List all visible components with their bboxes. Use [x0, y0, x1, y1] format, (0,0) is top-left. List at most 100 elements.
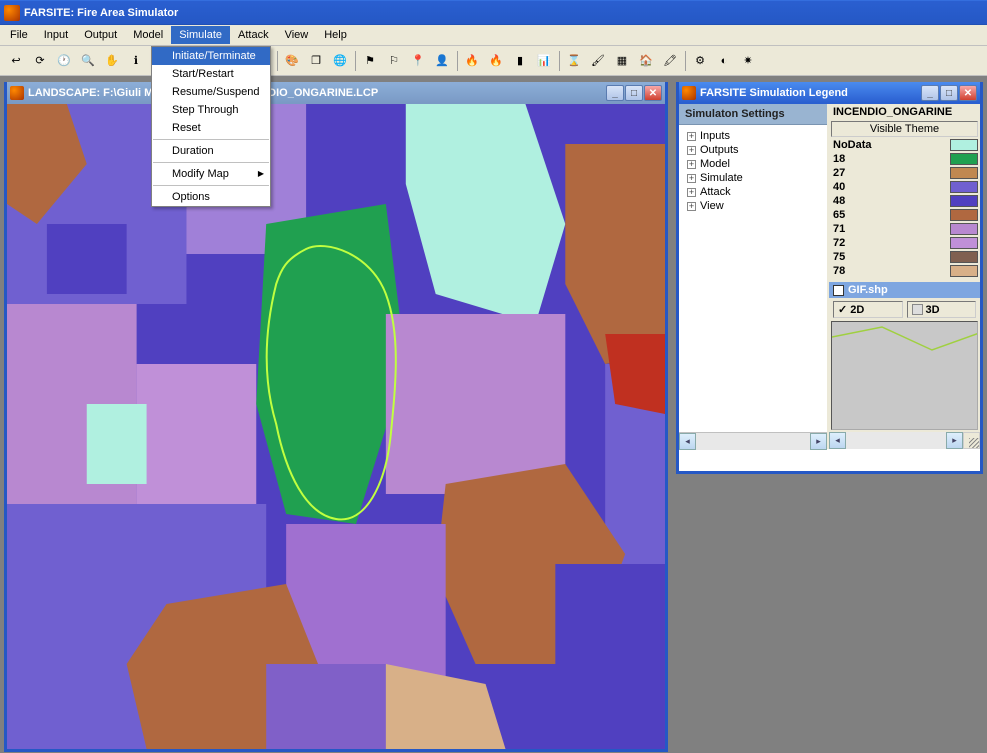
legend-row[interactable]: 72 [831, 236, 978, 250]
menu-reset[interactable]: Reset [152, 119, 270, 137]
menu-sep [153, 162, 269, 163]
tool-flag1-icon[interactable]: ⚑ [358, 49, 382, 73]
expand-icon[interactable]: + [687, 160, 696, 169]
legend-swatch [950, 265, 978, 277]
check-icon: ✓ [838, 303, 847, 316]
menu-simulate[interactable]: Simulate [171, 26, 230, 44]
menubar: File Input Output Model Simulate Attack … [0, 25, 987, 46]
menu-initiate-terminate[interactable]: Initiate/Terminate [152, 47, 270, 65]
tool-hourglass-icon[interactable]: ⌛ [562, 49, 586, 73]
tool-back-icon[interactable]: ↩ [4, 49, 28, 73]
tool-person-icon[interactable]: 👤 [430, 49, 454, 73]
settings-panel: Simulaton Settings +Inputs +Outputs +Mod… [679, 104, 829, 449]
legend-row[interactable]: 65 [831, 208, 978, 222]
scroll-left-icon[interactable]: ◂ [679, 433, 696, 450]
tool-shadow-icon[interactable]: ◐ [712, 49, 736, 73]
legend-row[interactable]: 48 [831, 194, 978, 208]
menu-output[interactable]: Output [76, 26, 125, 44]
legend-row[interactable]: 78 [831, 264, 978, 278]
menu-resume-suspend[interactable]: Resume/Suspend [152, 83, 270, 101]
preview-line [832, 322, 977, 429]
tool-grid-icon[interactable]: ▦ [610, 49, 634, 73]
view-mode: ✓2D 3D [829, 298, 980, 321]
tool-fire1-icon[interactable]: 🔥 [460, 49, 484, 73]
minimize-button[interactable]: _ [606, 85, 624, 101]
legend-row[interactable]: 27 [831, 166, 978, 180]
scroll-track[interactable] [696, 433, 810, 450]
scroll-right-icon[interactable]: ▸ [946, 432, 963, 449]
menu-model[interactable]: Model [125, 26, 171, 44]
tool-layers-icon[interactable]: ❐ [304, 49, 328, 73]
menu-view[interactable]: View [277, 26, 317, 44]
menu-start-restart[interactable]: Start/Restart [152, 65, 270, 83]
legend-icon [682, 86, 696, 100]
menu-options[interactable]: Options [152, 188, 270, 206]
map-canvas[interactable] [7, 104, 665, 749]
legend-row[interactable]: 18 [831, 152, 978, 166]
tool-house-icon[interactable]: 🏠 [634, 49, 658, 73]
menu-duration[interactable]: Duration [152, 142, 270, 160]
main-titlebar: FARSITE: Fire Area Simulator [0, 0, 987, 25]
tree-item-inputs[interactable]: +Inputs [683, 129, 823, 143]
landscape-map [7, 104, 665, 749]
legend-row[interactable]: 71 [831, 222, 978, 236]
tree-item-attack[interactable]: +Attack [683, 185, 823, 199]
expand-icon[interactable]: + [687, 132, 696, 141]
legend-hscroll[interactable]: ◂ ▸ [829, 432, 980, 449]
visible-theme-header[interactable]: Visible Theme [831, 121, 978, 137]
legend-swatch [950, 251, 978, 263]
expand-icon[interactable]: + [687, 174, 696, 183]
shp-header[interactable]: GIF.shp [829, 282, 980, 298]
legend-row[interactable]: NoData [831, 138, 978, 152]
tree-item-view[interactable]: +View [683, 199, 823, 213]
landscape-titlebar[interactable]: LANDSCAPE: F:\Giuli Monte_Ongarine\INCEN… [7, 82, 665, 104]
legend-swatch [950, 195, 978, 207]
tool-chart-icon[interactable]: 📊 [532, 49, 556, 73]
legend-titlebar[interactable]: FARSITE Simulation Legend _ □ ✕ [679, 82, 980, 104]
expand-icon[interactable]: + [687, 202, 696, 211]
tool-reload-icon[interactable]: ⟳ [28, 49, 52, 73]
tool-pan-icon[interactable]: ✋ [100, 49, 124, 73]
settings-hscroll[interactable]: ◂ ▸ [679, 432, 827, 449]
shp-checkbox[interactable] [833, 285, 844, 296]
maximize-button[interactable]: □ [625, 85, 643, 101]
minimize-button[interactable]: _ [921, 85, 939, 101]
scroll-left-icon[interactable]: ◂ [829, 432, 846, 449]
menu-input[interactable]: Input [36, 26, 76, 44]
menu-help[interactable]: Help [316, 26, 355, 44]
tool-zoom-icon[interactable]: 🔍 [76, 49, 100, 73]
tool-palette-icon[interactable]: 🎨 [280, 49, 304, 73]
tool-explode-icon[interactable]: ✷ [736, 49, 760, 73]
tool-bars-icon[interactable]: ▮ [508, 49, 532, 73]
mode-3d[interactable]: 3D [907, 301, 977, 318]
expand-icon[interactable]: + [687, 146, 696, 155]
close-button[interactable]: ✕ [644, 85, 662, 101]
legend-row[interactable]: 75 [831, 250, 978, 264]
legend-row[interactable]: 40 [831, 180, 978, 194]
menu-modify-map[interactable]: Modify Map [152, 165, 270, 183]
menu-attack[interactable]: Attack [230, 26, 277, 44]
scroll-track[interactable] [846, 432, 946, 449]
menu-step-through[interactable]: Step Through [152, 101, 270, 119]
tool-fire2-icon[interactable]: 🔥 [484, 49, 508, 73]
resize-grip-icon[interactable] [963, 432, 980, 449]
maximize-button[interactable]: □ [940, 85, 958, 101]
mode-2d[interactable]: ✓2D [833, 301, 903, 318]
tool-world-icon[interactable]: 🌐 [328, 49, 352, 73]
tool-clock-icon[interactable]: 🕐 [52, 49, 76, 73]
scroll-right-icon[interactable]: ▸ [810, 433, 827, 450]
tree-item-model[interactable]: +Model [683, 157, 823, 171]
tool-pin-icon[interactable]: 📍 [406, 49, 430, 73]
tool-flag2-icon[interactable]: ⚐ [382, 49, 406, 73]
tree-item-outputs[interactable]: +Outputs [683, 143, 823, 157]
tree-item-simulate[interactable]: +Simulate [683, 171, 823, 185]
tool-paint-icon[interactable]: 🖍 [658, 49, 682, 73]
landscape-icon [10, 86, 24, 100]
close-button[interactable]: ✕ [959, 85, 977, 101]
tool-brush-icon[interactable]: 🖌 [586, 49, 610, 73]
tool-gun-icon[interactable]: ⚙ [688, 49, 712, 73]
expand-icon[interactable]: + [687, 188, 696, 197]
menu-file[interactable]: File [2, 26, 36, 44]
tool-info-icon[interactable]: ℹ [124, 49, 148, 73]
unchecked-icon [912, 304, 923, 315]
